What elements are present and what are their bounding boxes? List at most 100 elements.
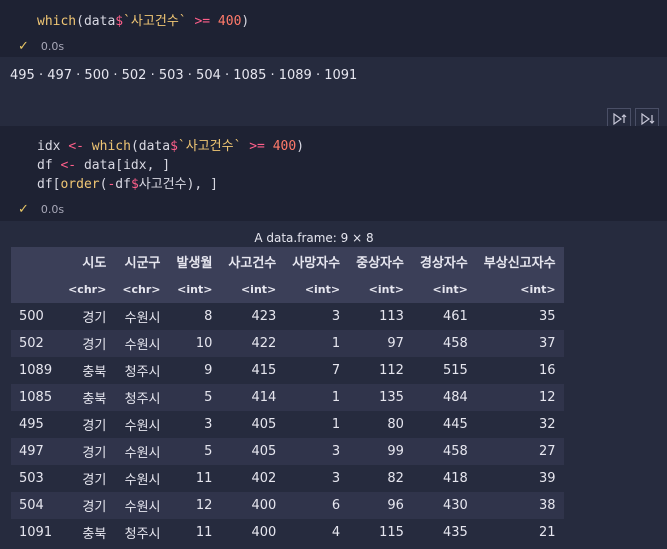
table-cell: 3 — [284, 438, 349, 465]
column-header: 중상자수 — [348, 247, 412, 276]
code-cell-1[interactable]: which(data$`사고건수` >= 400) ✓ 0.0s — [0, 0, 667, 57]
table-cell: 9 — [168, 357, 221, 384]
code-cell-2[interactable]: idx <- which(data $ `사고건수` >= 400) df <- d… — [0, 126, 667, 221]
table-header-row: 시도 시군구 발생월 사고건수 사망자수 중상자수 경상자수 부상신고자수 — [11, 247, 564, 276]
code-token: 사고건수), ] — [138, 177, 218, 192]
code-token: 400 — [217, 14, 242, 29]
table-cell: 11 — [168, 465, 221, 492]
table-cell: 458 — [411, 330, 476, 357]
table-cell: 82 — [348, 465, 412, 492]
table-cell: 3 — [284, 303, 349, 330]
row-index: 504 — [11, 492, 61, 519]
table-cell: 수원시 — [114, 330, 169, 357]
column-header — [11, 247, 61, 276]
code-token: $ — [130, 177, 139, 192]
table-cell: 402 — [220, 465, 285, 492]
table-cell: 400 — [220, 519, 285, 546]
code-token: order — [60, 177, 100, 192]
column-header: 발생월 — [168, 247, 221, 276]
table-cell: 11 — [168, 519, 221, 546]
run-below-icon — [641, 112, 655, 126]
table-cell: 4 — [284, 519, 349, 546]
execution-time: 0.0s — [40, 40, 65, 53]
table-cell: 10 — [168, 330, 221, 357]
data-frame-table: 시도 시군구 발생월 사고건수 사망자수 중상자수 경상자수 부상신고자수 <chr> <chr… — [11, 247, 564, 546]
table-cell: 12 — [168, 492, 221, 519]
table-row: 503 경기 수원시 11 402 3 82 418 39 — [11, 465, 564, 492]
code-token: (data — [130, 139, 171, 154]
column-type: <int> — [348, 276, 412, 303]
table-cell: 경기 — [60, 492, 115, 519]
table-row: 502 경기 수원시 10 422 1 97 458 37 — [11, 330, 564, 357]
table-cell: 수원시 — [114, 303, 169, 330]
table-cell: 113 — [348, 303, 412, 330]
code-token: <- — [60, 158, 77, 173]
table-cell: 7 — [284, 357, 349, 384]
code-token: df — [115, 177, 131, 192]
code-token: idx — [37, 139, 61, 154]
column-type: <int> — [220, 276, 285, 303]
table-row: 1089 충북 청주시 9 415 7 112 515 16 — [11, 357, 564, 384]
code-token: >= — [194, 14, 211, 29]
table-cell: 458 — [411, 438, 476, 465]
table-cell: 수원시 — [114, 465, 169, 492]
column-header: 시군구 — [114, 247, 169, 276]
table-type-row: <chr> <chr> <int> <int> <int> <int> <int> <int> — [11, 276, 564, 303]
check-icon: ✓ — [18, 39, 29, 54]
code-token: 400 — [272, 139, 297, 154]
code-token: df — [37, 158, 53, 173]
row-index: 1089 — [11, 357, 61, 384]
row-index: 500 — [11, 303, 61, 330]
code-token: which — [91, 139, 131, 154]
table-cell: 405 — [220, 411, 285, 438]
code-token: df[ — [37, 177, 61, 192]
table-cell: 경기 — [60, 411, 115, 438]
code-token: ) — [296, 139, 305, 154]
code-token: <- — [68, 139, 84, 154]
table-cell: 435 — [411, 519, 476, 546]
table-cell: 8 — [168, 303, 221, 330]
code-editor[interactable]: idx <- which(data $ `사고건수` >= 400) df <- d… — [37, 137, 304, 194]
code-token: data[idx, ] — [83, 158, 171, 173]
code-token: `사고건수` — [177, 139, 242, 154]
table-cell: 99 — [348, 438, 412, 465]
table-cell: 경기 — [60, 438, 115, 465]
table-cell: 484 — [411, 384, 476, 411]
table-cell: 12 — [475, 384, 564, 411]
table-cell: 5 — [168, 384, 221, 411]
code-line[interactable]: which(data$`사고건수` >= 400) — [37, 12, 249, 31]
table-cell: 35 — [475, 303, 564, 330]
table-cell: 수원시 — [114, 492, 169, 519]
table-row: 1091 충북 청주시 11 400 4 115 435 21 — [11, 519, 564, 546]
table-cell: 수원시 — [114, 411, 169, 438]
table-cell: 414 — [220, 384, 285, 411]
table-cell: 32 — [475, 411, 564, 438]
run-above-icon — [613, 112, 627, 126]
row-index: 497 — [11, 438, 61, 465]
table-cell: 충북 — [60, 357, 115, 384]
table-cell: 430 — [411, 492, 476, 519]
code-token: >= — [249, 139, 265, 154]
column-type: <chr> — [114, 276, 169, 303]
execution-status: ✓ 0.0s — [18, 202, 64, 217]
table-cell: 422 — [220, 330, 285, 357]
column-header: 경상자수 — [411, 247, 476, 276]
column-header: 사고건수 — [220, 247, 285, 276]
column-type: <int> — [411, 276, 476, 303]
table-cell: 청주시 — [114, 357, 169, 384]
table-row: 497 경기 수원시 5 405 3 99 458 27 — [11, 438, 564, 465]
column-type: <chr> — [60, 276, 115, 303]
table-cell: 수원시 — [114, 438, 169, 465]
row-index: 1091 — [11, 519, 61, 546]
column-header: 부상신고자수 — [475, 247, 564, 276]
table-cell: 경기 — [60, 330, 115, 357]
table-cell: 135 — [348, 384, 412, 411]
code-token: which — [37, 14, 77, 29]
table-cell: 21 — [475, 519, 564, 546]
column-header: 시도 — [60, 247, 115, 276]
row-index: 495 — [11, 411, 61, 438]
row-index: 503 — [11, 465, 61, 492]
column-type: <int> — [475, 276, 564, 303]
table-cell: 1 — [284, 411, 349, 438]
column-type: <int> — [168, 276, 221, 303]
